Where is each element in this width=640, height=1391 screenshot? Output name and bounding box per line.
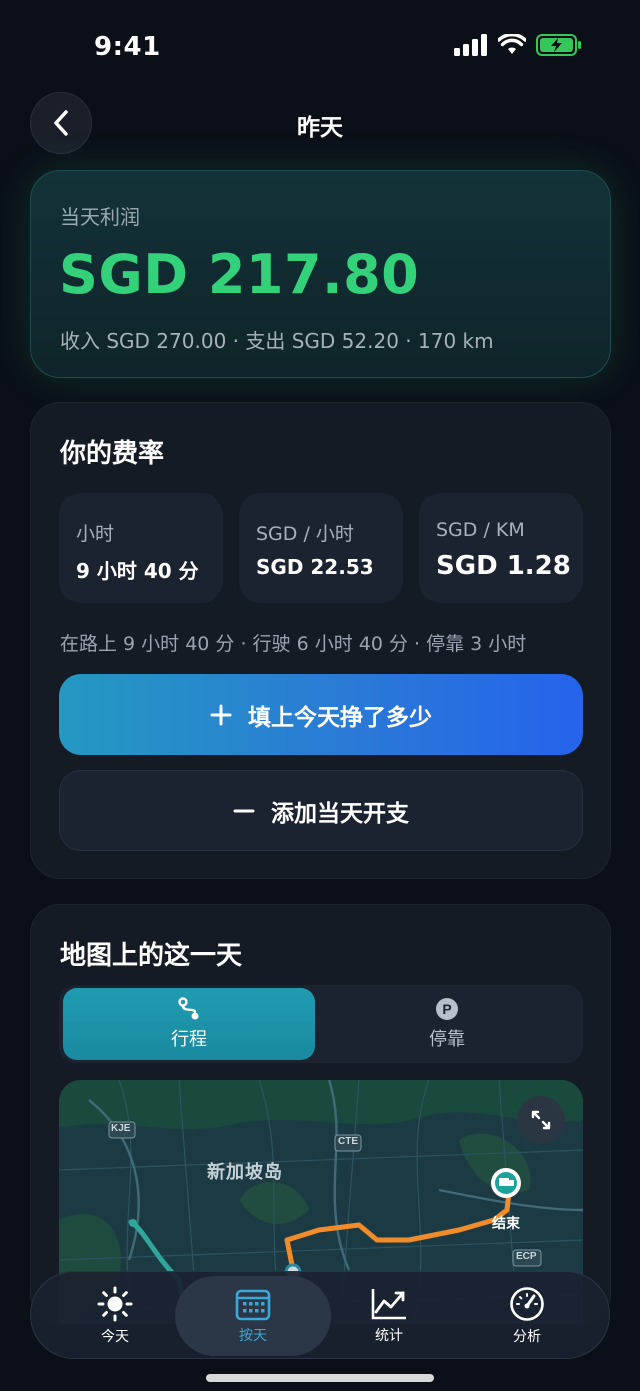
parking-icon: P [436,998,458,1020]
rate-value: SGD 1.28 [436,551,571,581]
page-title: 昨天 [297,115,343,141]
profit-card: 当天利润 SGD 217.80 收入 SGD 270.00 · 支出 SGD 5… [30,170,611,378]
road-label-cte: CTE [338,1136,358,1147]
tab-analysis[interactable]: 分析 [457,1272,597,1360]
tab-route[interactable]: 行程 [63,988,315,1060]
calendar-icon [235,1289,271,1321]
profit-label: 当天利润 [60,205,140,229]
battery-icon [536,34,581,56]
gauge-icon [510,1287,544,1321]
rate-card: 你的费率 小时 9 小时 40 分 SGD / 小时 SGD 22.53 SGD… [30,402,611,879]
rate-box-per-km: SGD / KM SGD 1.28 [419,493,583,603]
status-icons [454,34,582,56]
expand-map-button[interactable] [517,1096,565,1144]
chart-icon [371,1289,406,1320]
home-indicator [206,1374,434,1382]
rate-label: SGD / KM [436,519,525,541]
road-label-kje: KJE [111,1123,131,1134]
tab-stops[interactable]: P 停靠 [321,988,573,1060]
map-mode-switch: 行程 P 停靠 [59,985,583,1063]
route-icon [178,997,199,1020]
tab-route-label: 行程 [171,1029,207,1050]
rate-value: SGD 22.53 [256,555,374,579]
plus-icon [210,704,232,725]
end-marker [491,1168,521,1198]
svg-text:P: P [442,1001,451,1017]
rate-note: 在路上 9 小时 40 分 · 行驶 6 小时 40 分 · 停靠 3 小时 [60,633,527,655]
rate-box-hours: 小时 9 小时 40 分 [59,493,223,603]
fill-earnings-label: 填上今天挣了多少 [248,704,432,731]
add-expense-label: 添加当天开支 [271,800,409,827]
rate-value: 9 小时 40 分 [76,559,199,583]
signal-icon [454,34,487,56]
map-card: 地图上的这一天 行程 P 停靠 KJE CTE ECP 新加坡岛 结束 [30,904,611,1324]
tab-stats[interactable]: 统计 [319,1272,459,1360]
tab-bar: 今天 按天 统计 分析 [30,1271,610,1359]
sun-icon [97,1286,133,1322]
tab-today-label: 今天 [101,1329,129,1345]
fill-earnings-button[interactable]: 填上今天挣了多少 [59,674,583,755]
tab-today[interactable]: 今天 [45,1272,185,1360]
profit-summary: 收入 SGD 270.00 · 支出 SGD 52.20 · 170 km [60,329,494,353]
rate-label: 小时 [76,523,115,545]
road-label-ecp: ECP [516,1251,537,1262]
add-expense-button[interactable]: 添加当天开支 [59,770,583,851]
navigation-bar: 昨天 [0,88,640,160]
status-time: 9:41 [94,32,161,62]
minus-icon [233,809,255,812]
rate-title: 你的费率 [60,439,165,469]
expand-icon [531,1110,551,1130]
wifi-icon [498,34,526,54]
map-title: 地图上的这一天 [60,941,243,971]
island-label: 新加坡岛 [207,1162,283,1183]
end-label: 结束 [492,1216,520,1232]
tab-analysis-label: 分析 [513,1329,541,1345]
rate-box-per-hour: SGD / 小时 SGD 22.53 [239,493,403,603]
tab-by-day[interactable]: 按天 [175,1276,331,1356]
profit-value: SGD 217.80 [59,243,420,306]
tab-stats-label: 统计 [375,1328,403,1344]
rate-label: SGD / 小时 [256,523,354,545]
tab-by-day-label: 按天 [239,1328,267,1344]
status-bar: 9:41 [0,0,640,96]
tab-stops-label: 停靠 [429,1029,465,1050]
